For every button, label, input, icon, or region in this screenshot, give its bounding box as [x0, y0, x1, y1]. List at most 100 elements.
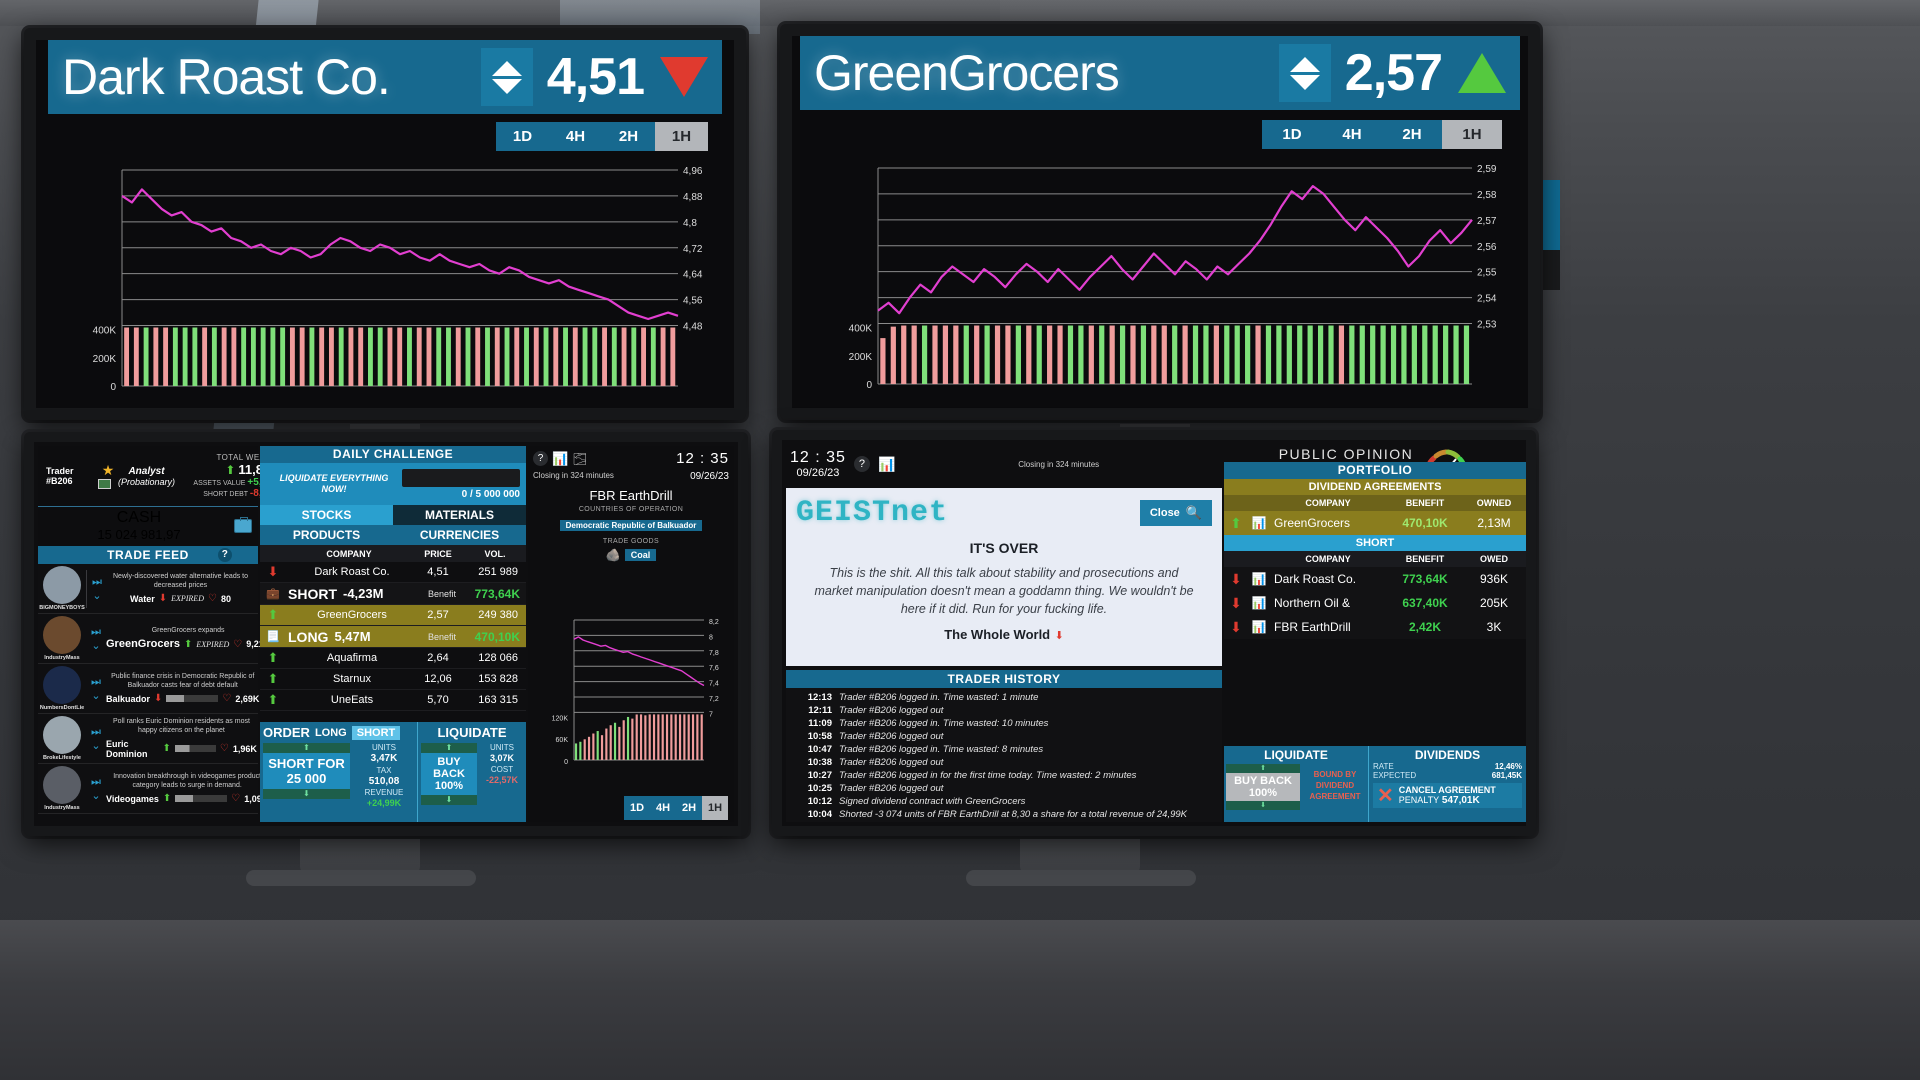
stocks-table-body[interactable]: ⬇ Dark Roast Co. 4,51 251 989 💼 SHORT -4,23M Be…: [260, 562, 526, 711]
feed-tag[interactable]: GreenGrocers: [106, 638, 180, 650]
trade-feed-list[interactable]: BIGMONEYBOYS ⏭ ⌄ Newly-discovered water alt…: [38, 564, 270, 814]
table-row[interactable]: ⬆ Starnux 12,06 153 828: [260, 669, 526, 690]
stepper-down-icon[interactable]: ⬇: [263, 789, 350, 799]
stepper-up-icon[interactable]: ⬆: [421, 743, 477, 753]
trade-feed-item[interactable]: IndustryMass ⏭ ⌄ Innovation breakthrough in…: [38, 764, 268, 814]
share-icon[interactable]: ⏭: [86, 726, 106, 739]
stepper-down-icon[interactable]: ⬇: [421, 795, 477, 805]
tab-1d[interactable]: 1D: [624, 796, 650, 820]
like-icon[interactable]: ♡: [231, 793, 240, 804]
timeframe-tabs-dark-roast[interactable]: 1D 4H 2H 1H: [496, 122, 708, 151]
good-chip[interactable]: Coal: [624, 549, 657, 561]
stepper-up-icon[interactable]: ⬆: [263, 743, 350, 753]
table-row[interactable]: ⬇ 📊 Dark Roast Co. 773,64K 936K: [1224, 567, 1526, 591]
order-mode-short[interactable]: SHORT: [351, 725, 401, 740]
like-icon[interactable]: ♡: [222, 693, 231, 704]
like-icon[interactable]: ♡: [208, 593, 217, 604]
question-icon[interactable]: ?: [218, 548, 232, 562]
market-tabs-row1[interactable]: STOCKS MATERIALS: [260, 505, 526, 525]
trade-feed-item[interactable]: NumbersDontLie ⏭ ⌄ Public finance crisis in…: [38, 664, 259, 714]
tab-4h[interactable]: 4H: [650, 796, 676, 820]
table-row[interactable]: ⬇ Dark Roast Co. 4,51 251 989: [260, 562, 526, 583]
feed-tag[interactable]: Euric Dominion: [106, 739, 158, 759]
table-row[interactable]: ⬆ 📊 GreenGrocers 470,10K 2,13M: [1224, 511, 1526, 535]
svg-text:7,8: 7,8: [709, 650, 719, 657]
share-icon[interactable]: ⏭: [86, 776, 106, 789]
share-icon[interactable]: ⏭: [86, 626, 106, 639]
trade-feed-item[interactable]: BIGMONEYBOYS ⏭ ⌄ Newly-discovered water alt…: [38, 564, 258, 614]
tab-currencies[interactable]: CURRENCIES: [393, 525, 526, 545]
tab-1h[interactable]: 1H: [1442, 120, 1502, 149]
stepper-updown-icon[interactable]: [1278, 44, 1331, 102]
trade-feed-item[interactable]: IndustryMass ⏭ ⌄ GreenGrocers expands GreenG…: [38, 614, 270, 664]
briefcase-icon[interactable]: [234, 516, 252, 533]
trader-history-list[interactable]: 12:13 Trader #B206 logged in. Time wasted…: [786, 688, 1222, 824]
stepper-up-icon[interactable]: ⬆: [1226, 764, 1300, 773]
question-icon[interactable]: ?: [533, 451, 548, 466]
buyback-label[interactable]: BUY BACK: [1226, 775, 1300, 787]
trend-up-icon: ⬆: [267, 607, 279, 622]
opinion-label: PUBLIC OPINION: [1278, 445, 1414, 462]
chevron-down-icon[interactable]: ⌄: [86, 789, 106, 802]
svg-text:0: 0: [866, 380, 872, 391]
feed-tag[interactable]: Videogames: [106, 794, 159, 804]
tab-materials[interactable]: MATERIALS: [393, 505, 526, 525]
chart-icon[interactable]: 📊: [1248, 516, 1270, 530]
tab-1h[interactable]: 1H: [655, 122, 708, 151]
like-icon[interactable]: ♡: [220, 743, 229, 754]
country-chip[interactable]: Democratic Republic of Balkuador: [559, 520, 703, 531]
close-button[interactable]: Close 🔍: [1139, 500, 1212, 526]
history-text: Trader #B206 logged in. Time wasted: 10 …: [839, 718, 1049, 729]
dividend-rows[interactable]: ⬆ 📊 GreenGrocers 470,10K 2,13M: [1224, 511, 1526, 535]
market-tabs-row2[interactable]: PRODUCTS CURRENCIES: [260, 525, 526, 545]
order-action-label[interactable]: SHORT FOR: [263, 756, 350, 771]
tab-1h[interactable]: 1H: [702, 796, 728, 820]
tab-2h[interactable]: 2H: [602, 122, 655, 151]
like-icon[interactable]: ♡: [233, 639, 242, 650]
history-row: 10:25 Trader #B206 logged out: [790, 782, 1218, 795]
position-row[interactable]: 💼 SHORT -4,23M Benefit 773,64K: [260, 583, 526, 605]
chart-icon[interactable]: 📊: [1248, 572, 1270, 586]
tab-stocks[interactable]: STOCKS: [260, 505, 393, 525]
detail-chart: 8,2 8 7,8 7,6 7,4 7,2 7 120K 60K 0: [528, 610, 734, 782]
timeframe-tabs-greengrocers[interactable]: 1D 4H 2H 1H: [1262, 120, 1502, 149]
table-row[interactable]: ⬆ UneEats 5,70 163 315: [260, 690, 526, 711]
cell-vol: 153 828: [478, 673, 518, 685]
chevron-down-icon[interactable]: ⌄: [87, 589, 107, 602]
revenue-value: +24,99K: [366, 798, 402, 808]
question-icon[interactable]: ?: [853, 456, 870, 472]
chart-icon[interactable]: 📊: [878, 456, 895, 473]
table-row[interactable]: ⬇ 📊 Northern Oil & 637,40K 205K: [1224, 591, 1526, 615]
leaf-icon[interactable]: 🌫: [572, 452, 587, 466]
stepper-down-icon[interactable]: ⬇: [1226, 801, 1300, 810]
chart-icon[interactable]: 📊: [552, 451, 568, 467]
chart-icon[interactable]: 📊: [1248, 620, 1270, 634]
table-row[interactable]: ⬆ GreenGrocers 2,57 249 380: [260, 605, 526, 626]
tab-2h[interactable]: 2H: [676, 796, 702, 820]
short-rows[interactable]: ⬇ 📊 Dark Roast Co. 773,64K 936K ⬇ 📊 Northern Oi…: [1224, 567, 1526, 639]
table-row[interactable]: ⬇ 📊 FBR EarthDrill 2,42K 3K: [1224, 615, 1526, 639]
order-mode-long[interactable]: LONG: [315, 727, 347, 739]
share-icon[interactable]: ⏭: [87, 576, 107, 589]
buyback-label[interactable]: BUY BACK: [421, 756, 477, 780]
feed-tag[interactable]: Balkuador: [106, 694, 150, 704]
chevron-down-icon[interactable]: ⌄: [86, 739, 106, 752]
chart-icon[interactable]: 📊: [1248, 596, 1270, 610]
chevron-down-icon[interactable]: ⌄: [86, 639, 106, 652]
tab-4h[interactable]: 4H: [549, 122, 602, 151]
feed-tag[interactable]: Water: [130, 594, 155, 604]
share-icon[interactable]: ⏭: [86, 676, 106, 689]
tab-1d[interactable]: 1D: [1262, 120, 1322, 149]
table-row[interactable]: ⬆ Aquafirma 2,64 128 066: [260, 648, 526, 669]
tab-2h[interactable]: 2H: [1382, 120, 1442, 149]
chevron-down-icon[interactable]: ⌄: [86, 689, 106, 702]
cancel-agreement-button[interactable]: ✕ CANCEL AGREEMENT PENALTY 547,01K: [1373, 783, 1522, 808]
stepper-updown-icon[interactable]: [480, 48, 533, 106]
ticker-company-name: Dark Roast Co.: [62, 49, 391, 105]
trade-feed-item[interactable]: BrokeLifestyle ⏭ ⌄ Poll ranks Euric Dominio…: [38, 714, 258, 764]
detail-timeframe-tabs[interactable]: 1D 4H 2H 1H: [624, 796, 728, 820]
tab-4h[interactable]: 4H: [1322, 120, 1382, 149]
tab-products[interactable]: PRODUCTS: [260, 525, 393, 545]
tab-1d[interactable]: 1D: [496, 122, 549, 151]
position-row[interactable]: 📃 LONG 5,47M Benefit 470,10K: [260, 626, 526, 648]
